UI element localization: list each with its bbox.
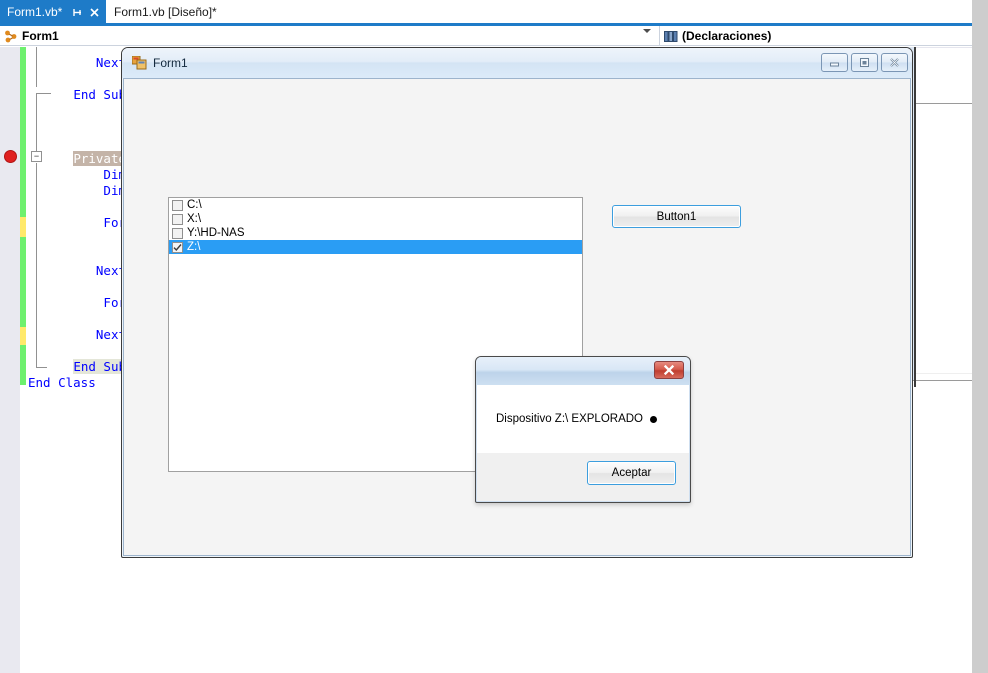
checkbox-unchecked-icon[interactable] (172, 227, 183, 239)
drive-list-item-label: Y:\HD-NAS (187, 227, 245, 239)
close-icon[interactable] (88, 6, 101, 19)
messagebox-body: Dispositivo Z:\ EXPLORADO (477, 385, 689, 453)
close-icon[interactable] (881, 53, 908, 72)
vb-class-icon (4, 30, 18, 43)
vb-form-icon (131, 55, 147, 70)
drive-list-item-label: X:\ (187, 213, 202, 225)
button1-label: Button1 (656, 210, 697, 223)
accept-button-label: Aceptar (611, 467, 652, 479)
member-combobox-value: (Declaraciones) (682, 29, 772, 43)
code-line: End Sub (73, 87, 126, 102)
form1-window[interactable]: Form1 C:\ X:\ Y:\HD-NAS Z:\ Button1 Disp… (121, 47, 913, 558)
code-line: End Sub (73, 359, 126, 374)
form1-window-buttons (821, 53, 908, 72)
class-combobox-value: Form1 (22, 29, 59, 43)
member-navigation-bar: Form1 (Declaraciones) (0, 26, 988, 47)
screen: − Next End Sub Private Dim Dim For Next For Next… (0, 0, 988, 673)
form1-title: Form1 (153, 56, 188, 70)
declarations-icon (664, 30, 678, 42)
close-icon[interactable] (654, 361, 684, 379)
tab-form1-vb-design[interactable]: Form1.vb [Diseño]* (106, 0, 225, 24)
drive-list-item[interactable]: Y:\HD-NAS (169, 226, 582, 240)
button1[interactable]: Button1 (612, 205, 741, 228)
black-dot-icon (649, 415, 657, 423)
code-line: Private (73, 151, 126, 166)
drive-list-item[interactable]: X:\ (169, 212, 582, 226)
messagebox-titlebar[interactable] (476, 357, 690, 385)
checkbox-unchecked-icon[interactable] (172, 213, 183, 225)
chevron-down-icon[interactable] (643, 29, 651, 47)
breakpoint-icon[interactable] (4, 150, 17, 163)
drive-list-item-label: Z:\ (187, 241, 201, 253)
code-token: End Class (28, 375, 96, 390)
checkbox-unchecked-icon[interactable] (172, 199, 183, 211)
code-text[interactable]: Next End Sub Private Dim Dim For Next For Next En… (28, 47, 126, 390)
checkbox-checked-icon[interactable] (172, 241, 183, 253)
accept-button[interactable]: Aceptar (587, 461, 676, 485)
form1-client-area: C:\ X:\ Y:\HD-NAS Z:\ Button1 Dispositiv… (123, 78, 911, 556)
member-combobox[interactable]: (Declaraciones) (659, 26, 988, 46)
drive-list-item[interactable]: Z:\ (169, 240, 582, 254)
messagebox-dialog[interactable]: Dispositivo Z:\ EXPLORADO Aceptar (475, 356, 691, 503)
indicator-margin[interactable] (0, 47, 20, 673)
tab-form1-vb-code[interactable]: Form1.vb* (0, 0, 109, 24)
maximize-icon[interactable] (851, 53, 878, 72)
pin-icon[interactable] (71, 6, 84, 19)
minimize-icon[interactable] (821, 53, 848, 72)
class-combobox[interactable]: Form1 (0, 26, 658, 47)
code-line: End Class (28, 375, 96, 390)
code-token: End Sub (73, 359, 126, 374)
form-shadow-edge (914, 47, 916, 387)
drive-list-item[interactable]: C:\ (169, 198, 582, 212)
messagebox-text: Dispositivo Z:\ EXPLORADO (496, 413, 643, 425)
tab-form1-vb-code-label: Form1.vb* (7, 5, 63, 19)
code-token: End Sub (73, 87, 126, 102)
form1-titlebar[interactable]: Form1 (122, 48, 912, 78)
document-tabstrip: Form1.vb* Form1.vb [Diseño]* (0, 0, 988, 26)
code-token: Private (73, 151, 126, 166)
right-edge-strip (972, 0, 988, 673)
messagebox-footer: Aceptar (477, 453, 689, 501)
tab-form1-vb-design-label: Form1.vb [Diseño]* (114, 5, 217, 19)
drive-list-item-label: C:\ (187, 199, 202, 211)
